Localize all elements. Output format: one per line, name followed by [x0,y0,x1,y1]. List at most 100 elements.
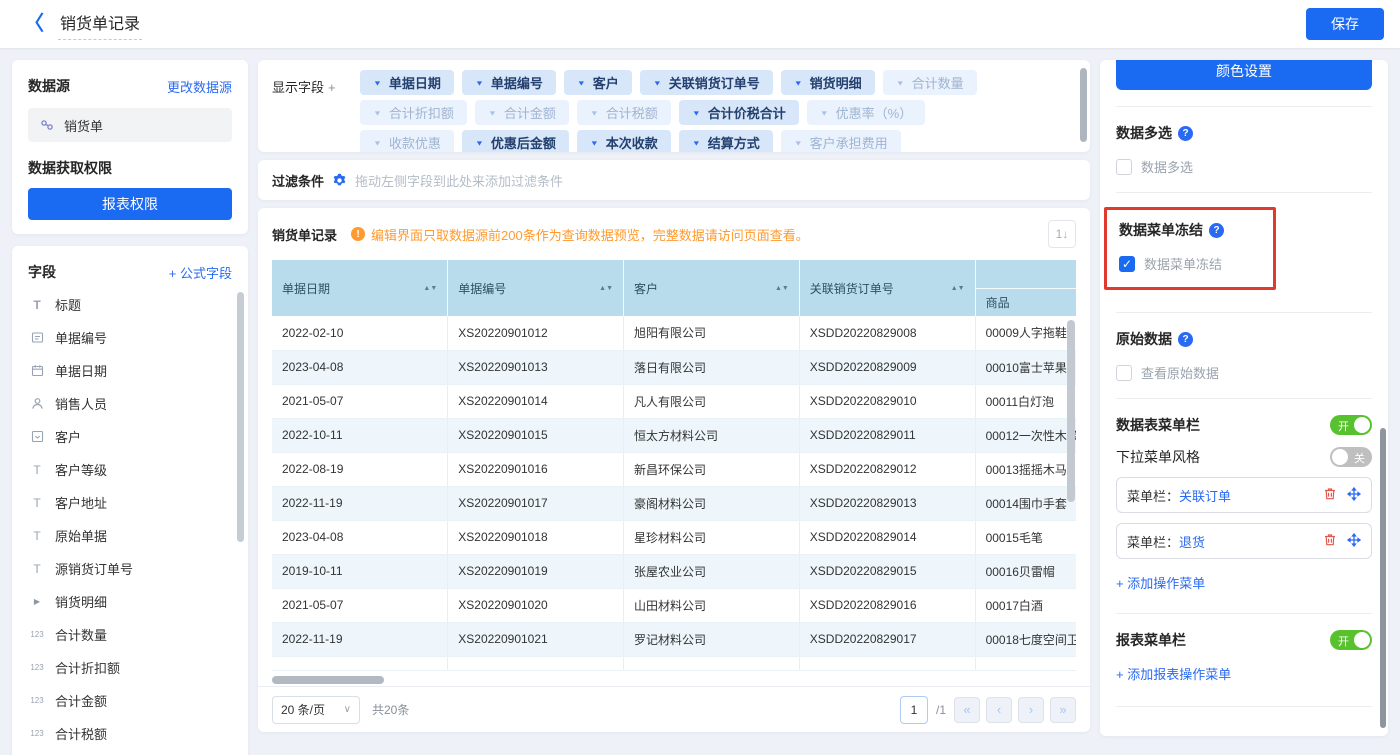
prev-page-button[interactable]: ‹ [986,697,1012,723]
page-number-input[interactable]: 1 [900,696,928,724]
next-page-button[interactable]: › [1018,697,1044,723]
display-field-chip[interactable]: ▼合计金额 [475,100,569,125]
field-item[interactable]: 销售人员 [28,387,232,420]
checkbox-unchecked[interactable] [1116,159,1132,175]
chips-scrollbar[interactable] [1080,68,1087,142]
table-row[interactable]: 2019-10-11XS20220901019张屋农业公司XSDD2022082… [272,554,1076,588]
table-menu-toggle-on[interactable]: 开 [1330,415,1372,435]
table-row[interactable]: 2022-11-19XS20220901017豪阁材料公司XSDD2022082… [272,486,1076,520]
field-item[interactable]: 客户 [28,420,232,453]
fields-scrollbar[interactable] [237,292,244,542]
field-item[interactable]: T原始单据 [28,519,232,552]
help-icon[interactable]: ? [1178,126,1193,141]
add-formula-field-link[interactable]: + 公式字段 [169,263,232,282]
divider [1116,192,1372,193]
table-cell: 张屋农业公司 [624,554,800,588]
sort-icon[interactable]: ▲▼ [775,286,789,291]
field-item[interactable]: 单据编号 [28,321,232,354]
add-report-action-menu-link[interactable]: + 添加报表操作菜单 [1116,664,1231,683]
sort-icon[interactable]: ▲▼ [951,286,965,291]
display-field-chip[interactable]: ▼合计价税合计 [679,100,799,125]
field-item[interactable]: 123合计税额 [28,717,232,750]
checkbox-unchecked[interactable] [1116,365,1132,381]
table-row[interactable]: 2021-05-07XS20220901020山田材料公司XSDD2022082… [272,588,1076,622]
field-item[interactable]: 123合计金额 [28,684,232,717]
page-size-select[interactable]: 20 条/页 ∨ [272,696,360,724]
col-header-product[interactable]: 商品 [975,288,1076,316]
display-field-chip[interactable]: ▼优惠后金额 [462,130,569,152]
display-field-chip[interactable]: ▼销货明细 [781,70,875,95]
chip-label: 合计金额 [504,103,556,122]
sort-icon[interactable]: ▲▼ [423,286,437,291]
display-field-chip[interactable]: ▼收款优惠 [360,130,454,152]
report-menu-toggle-on[interactable]: 开 [1330,630,1372,650]
field-item[interactable]: T客户等级 [28,453,232,486]
field-item[interactable]: T源销货订单号 [28,552,232,585]
sort-order-button[interactable]: 1↓ [1048,220,1076,248]
gear-icon[interactable] [332,173,347,188]
field-item[interactable]: 123合计数量 [28,618,232,651]
col-header-date[interactable]: 单据日期 ▲▼ [272,260,448,316]
checkbox-checked[interactable]: ✓ [1119,256,1135,272]
sort-icon[interactable]: ▲▼ [599,286,613,291]
field-item[interactable]: 单据日期 [28,354,232,387]
color-settings-button[interactable]: 颜色设置 [1116,60,1372,90]
table-cell: 00013摇摇木马 [975,452,1076,486]
report-permission-button[interactable]: 报表权限 [28,188,232,220]
table-row[interactable]: 2023-04-08XS20220901013落日有限公司XSDD2022082… [272,350,1076,384]
table-horizontal-scrollbar[interactable] [272,676,384,684]
field-item[interactable]: T标题 [28,288,232,321]
trash-icon[interactable] [1323,487,1337,504]
back-icon[interactable]: 〈 [24,14,44,34]
field-item[interactable]: T客户地址 [28,486,232,519]
move-icon[interactable] [1347,487,1361,504]
table-row[interactable]: 2022-10-11XS20220901015恒太方材料公司XSDD202208… [272,418,1076,452]
help-icon[interactable]: ? [1178,332,1193,347]
table-vertical-scrollbar[interactable] [1067,320,1075,502]
table-cell: XS20220901014 [448,384,624,418]
menu-bar-item[interactable]: 菜单栏：关联订单 [1116,477,1372,513]
freeze-checkbox-row[interactable]: ✓ 数据菜单冻结 [1119,254,1261,273]
field-item[interactable]: ▶销货明细 [28,585,232,618]
move-icon[interactable] [1347,533,1361,550]
menu-bar-item[interactable]: 菜单栏：退货 [1116,523,1372,559]
display-field-chip[interactable]: ▼结算方式 [679,130,773,152]
menu-bar-name[interactable]: 退货 [1179,532,1205,551]
add-action-menu-link[interactable]: + 添加操作菜单 [1116,573,1205,592]
display-field-chip[interactable]: ▼客户 [564,70,632,95]
datasource-item[interactable]: 销货单 [28,108,232,142]
settings-scrollbar[interactable] [1380,428,1386,728]
col-header-docno[interactable]: 单据编号 ▲▼ [448,260,624,316]
table-row[interactable]: 2022-11-19XS20220901021罗记材料公司XSDD2022082… [272,622,1076,656]
col-header-order[interactable]: 关联销货订单号 ▲▼ [799,260,975,316]
save-button[interactable]: 保存 [1306,8,1384,40]
col-header-customer[interactable]: 客户 ▲▼ [624,260,800,316]
field-item[interactable]: 123合计折扣额 [28,651,232,684]
raw-data-checkbox-row[interactable]: 查看原始数据 [1116,363,1372,382]
table-row[interactable]: 2022-02-10XS20220901012旭阳有限公司XSDD2022082… [272,316,1076,350]
trash-icon[interactable] [1323,533,1337,550]
first-page-button[interactable]: « [954,697,980,723]
table-row[interactable]: 2022-08-19XS20220901016新昌环保公司XSDD2022082… [272,452,1076,486]
display-field-chip[interactable]: ▼关联销货订单号 [640,70,773,95]
text-icon: T [28,529,46,543]
display-field-chip[interactable]: ▼单据编号 [462,70,556,95]
display-field-chip[interactable]: ▼单据日期 [360,70,454,95]
dropdown-style-toggle-off[interactable]: 关 [1330,447,1372,467]
help-icon[interactable]: ? [1209,223,1224,238]
display-field-chip[interactable]: ▼合计税额 [577,100,671,125]
table-row[interactable]: 2023-04-08XS20220901018星珍材料公司XSDD2022082… [272,520,1076,554]
display-field-chip[interactable]: ▼优惠率（%） [807,100,925,125]
add-display-field-icon[interactable]: + [328,80,336,95]
display-field-chip[interactable]: ▼合计折扣额 [360,100,467,125]
field-item[interactable]: 123合计价税合计 [28,750,232,755]
display-field-chip[interactable]: ▼合计数量 [883,70,977,95]
menu-bar-name[interactable]: 关联订单 [1179,486,1231,505]
multi-select-checkbox-row[interactable]: 数据多选 [1116,157,1372,176]
display-field-chip[interactable]: ▼本次收款 [577,130,671,152]
display-field-chip[interactable]: ▼客户承担费用 [781,130,901,152]
table-row[interactable]: 2021-05-07XS20220901014凡人有限公司XSDD2022082… [272,384,1076,418]
fields-title: 字段 [28,262,56,282]
change-datasource-link[interactable]: 更改数据源 [167,77,232,96]
last-page-button[interactable]: » [1050,697,1076,723]
